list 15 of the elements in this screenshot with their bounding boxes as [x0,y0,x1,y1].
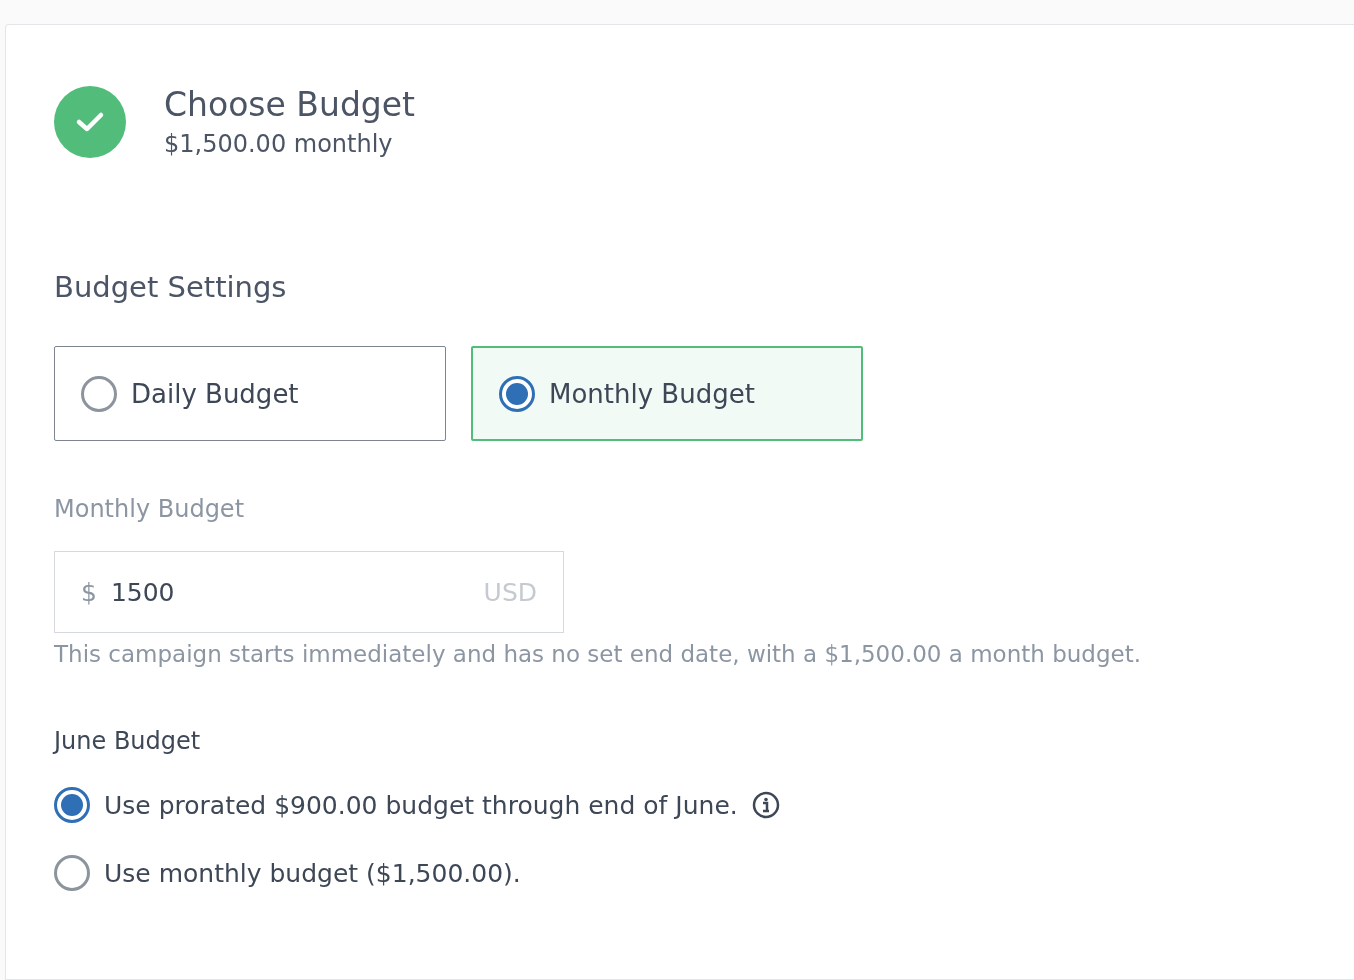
budget-type-option[interactable]: Monthly Budget [471,346,863,441]
budget-type-option[interactable]: Daily Budget [54,346,446,441]
section-title: Budget Settings [54,270,288,304]
option-label[interactable]: Use monthly budget ($1,500.00). [104,858,521,888]
step-title: Choose Budget [164,85,415,124]
field-label: Monthly Budget [54,495,246,523]
step-summary: $1,500.00 monthly [164,130,394,158]
group-label: June Budget [54,727,202,755]
radio-button[interactable] [54,855,90,891]
amount-input[interactable]: 1500 [108,576,484,608]
radio-button[interactable] [54,787,90,823]
budget-input-field[interactable]: $ 1500 USD [54,551,564,633]
info-icon[interactable] [751,791,780,819]
helper-text: This campaign starts immediately and has no set end date, with a $1,500.00 a month budget. [54,641,1142,667]
option-label[interactable]: Use prorated $900.00 budget through end of June. [104,790,738,820]
